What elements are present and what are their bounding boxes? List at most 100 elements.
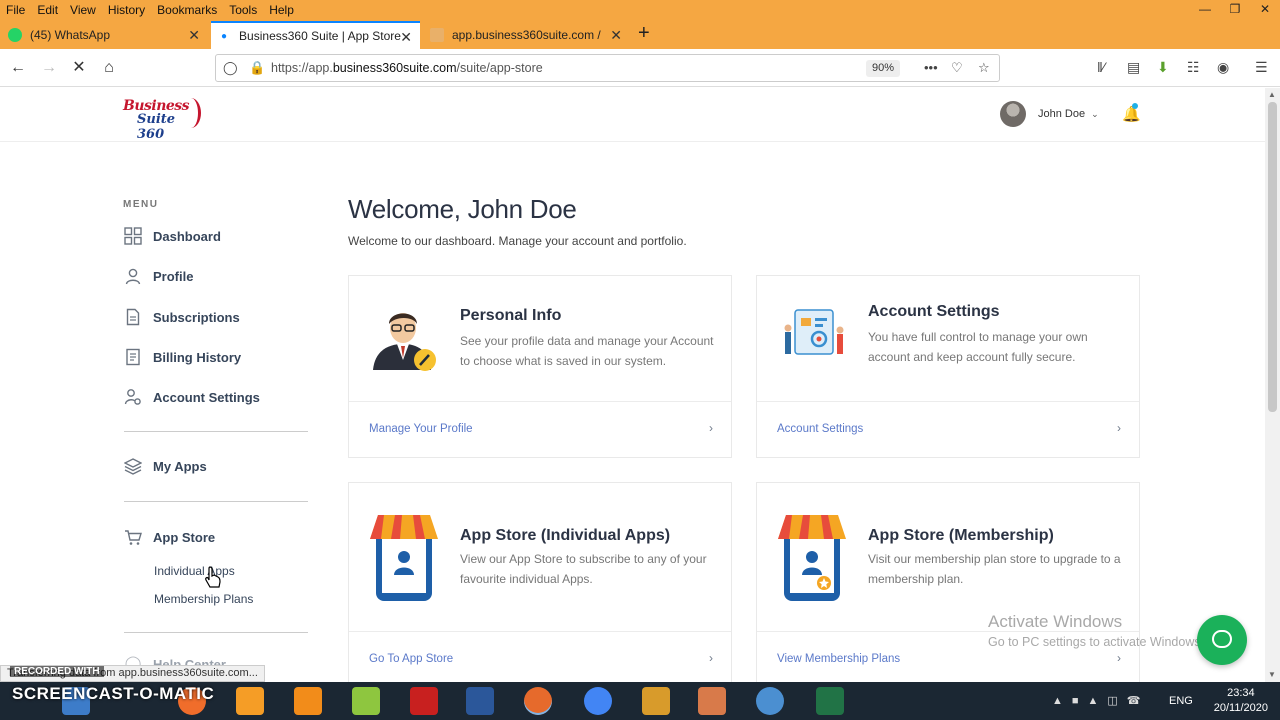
- zoom-level[interactable]: 90%: [866, 60, 900, 77]
- sidebar-item-dashboard[interactable]: Dashboard: [124, 225, 221, 247]
- sidebar-toggle-icon[interactable]: ▤: [1127, 59, 1140, 76]
- git-app-icon[interactable]: [698, 687, 726, 715]
- manage-profile-link[interactable]: Manage Your Profile: [369, 423, 473, 435]
- url-path: /suite/app-store: [456, 61, 543, 75]
- sidebar-item-app-store[interactable]: App Store: [124, 526, 215, 548]
- tab-label: Business360 Suite | App Store: [239, 29, 401, 43]
- card-description: See your profile data and manage your Ac…: [460, 334, 714, 368]
- chrome-icon[interactable]: [584, 687, 612, 715]
- excel-icon[interactable]: [816, 687, 844, 715]
- minimize-icon[interactable]: —: [1190, 0, 1220, 19]
- sidebar-item-billing-history[interactable]: Billing History: [124, 346, 241, 368]
- clock[interactable]: 23:34 20/11/2020: [1214, 686, 1268, 716]
- close-tab-icon[interactable]: ✕: [610, 27, 622, 44]
- account-icon[interactable]: ◉: [1217, 59, 1229, 76]
- sublime-icon[interactable]: [642, 687, 670, 715]
- card-description: View our App Store to subscribe to any o…: [460, 552, 707, 586]
- scroll-up-icon[interactable]: ▲: [1268, 90, 1276, 99]
- library-icon[interactable]: ‖⁄: [1097, 59, 1105, 75]
- menu-heading: MENU: [123, 199, 159, 210]
- page-scrollbar[interactable]: ▲ ▼: [1265, 88, 1280, 682]
- menu-help[interactable]: Help: [269, 3, 294, 17]
- user-menu[interactable]: John Doe ⌄: [1000, 101, 1099, 127]
- sidebar-item-label: Account Settings: [153, 389, 260, 405]
- sidebar-item-profile[interactable]: Profile: [124, 265, 193, 287]
- card-description: Visit our membership plan store to upgra…: [868, 552, 1121, 586]
- menu-tools[interactable]: Tools: [229, 3, 257, 17]
- url-bar[interactable]: ◯ 🔒 https://app.business360suite.com/sui…: [215, 54, 1000, 82]
- card-footer-link[interactable]: Go To App Store ›: [349, 631, 731, 682]
- sidebar-item-my-apps[interactable]: My Apps: [123, 455, 207, 477]
- cart-icon: [124, 528, 142, 546]
- hamburger-menu-icon[interactable]: ☰: [1255, 59, 1268, 76]
- menu-view[interactable]: View: [70, 3, 96, 17]
- home-icon[interactable]: ⌂: [99, 58, 119, 78]
- back-icon[interactable]: ←: [8, 58, 28, 78]
- card-personal-info: Personal Info See your profile data and …: [348, 275, 732, 458]
- activate-title: Activate Windows: [988, 612, 1123, 631]
- new-tab-icon[interactable]: +: [638, 22, 650, 44]
- sidebar-item-label: App Store: [153, 529, 216, 545]
- chevron-right-icon: ›: [709, 651, 713, 665]
- notification-bell-icon[interactable]: 🔔: [1122, 103, 1141, 123]
- account-settings-link[interactable]: Account Settings: [777, 423, 863, 435]
- menu-bookmarks[interactable]: Bookmarks: [157, 3, 217, 17]
- card-app-store-individual: App Store (Individual Apps) View our App…: [348, 482, 732, 682]
- close-tab-icon[interactable]: ✕: [188, 27, 200, 44]
- bookmark-star-icon[interactable]: ☆: [978, 60, 990, 76]
- tab-whatsapp[interactable]: (45) WhatsApp ✕: [0, 21, 208, 49]
- system-tray-icons[interactable]: ▲■▲◫☎: [1052, 694, 1150, 707]
- sidebar-item-label: My Apps: [153, 458, 207, 474]
- settings-illustration-icon: [781, 306, 849, 362]
- shield-icon[interactable]: ◯: [223, 60, 238, 76]
- uc-browser-icon[interactable]: [236, 687, 264, 715]
- sidebar-item-account-settings[interactable]: Account Settings: [124, 386, 260, 408]
- close-window-icon[interactable]: ✕: [1250, 0, 1280, 19]
- vlc-icon[interactable]: [294, 687, 322, 715]
- sidebar-item-subscriptions[interactable]: Subscriptions: [124, 306, 240, 328]
- menu-edit[interactable]: Edit: [37, 3, 58, 17]
- card-footer-link[interactable]: Account Settings ›: [757, 401, 1139, 457]
- view-membership-plans-link[interactable]: View Membership Plans: [777, 653, 900, 665]
- tab-login[interactable]: app.business360suite.com / lo ✕: [422, 21, 630, 49]
- extension-icon[interactable]: ☷: [1187, 59, 1200, 76]
- extension-download-icon[interactable]: ⬇: [1157, 59, 1169, 76]
- folder-app-icon[interactable]: [352, 687, 380, 715]
- more-actions-icon[interactable]: •••: [924, 60, 938, 75]
- whatsapp-icon: [8, 28, 22, 42]
- sidebar-item-label: Billing History: [153, 349, 242, 365]
- recorded-with-label: RECORDED WITH: [10, 666, 104, 677]
- stop-loading-icon[interactable]: ✕: [69, 58, 89, 78]
- restore-icon[interactable]: ❐: [1220, 0, 1250, 19]
- scroll-down-icon[interactable]: ▼: [1268, 670, 1276, 679]
- scrollbar-thumb[interactable]: [1268, 102, 1277, 412]
- menu-file[interactable]: File: [6, 3, 25, 17]
- language-indicator[interactable]: ENG: [1169, 695, 1193, 707]
- loading-dot-icon: ●: [221, 30, 228, 42]
- close-tab-icon[interactable]: ✕: [400, 29, 412, 46]
- business-suite-logo[interactable]: Business Suite 360: [123, 98, 203, 142]
- firefox-icon[interactable]: [524, 687, 552, 715]
- card-footer-link[interactable]: Manage Your Profile ›: [349, 401, 731, 457]
- sidebar-subitem-membership-plans[interactable]: Membership Plans: [154, 592, 253, 606]
- url-text[interactable]: https://app.business360suite.com/suite/a…: [271, 61, 543, 75]
- sidebar-item-label: Dashboard: [153, 228, 221, 244]
- tab-app-store[interactable]: ● Business360 Suite | App Store ✕: [211, 21, 420, 49]
- chevron-right-icon: ›: [1117, 421, 1121, 435]
- browser-menubar: File Edit View History Bookmarks Tools H…: [0, 0, 1280, 19]
- acrobat-icon[interactable]: [410, 687, 438, 715]
- lock-icon[interactable]: 🔒: [249, 60, 265, 76]
- url-domain: business360suite.com: [332, 61, 457, 75]
- notification-dot: [1132, 103, 1138, 109]
- word-icon[interactable]: [466, 687, 494, 715]
- sidebar-subitem-individual-apps[interactable]: Individual Apps: [154, 564, 235, 578]
- pocket-icon[interactable]: ♡: [951, 60, 963, 76]
- chat-button[interactable]: [1197, 615, 1247, 665]
- card-title: Personal Info: [460, 307, 562, 324]
- menu-history[interactable]: History: [108, 3, 145, 17]
- forward-icon[interactable]: →: [39, 58, 59, 78]
- go-to-app-store-link[interactable]: Go To App Store: [369, 653, 453, 665]
- card-title: App Store (Individual Apps): [460, 527, 671, 544]
- app-circle-icon[interactable]: [756, 687, 784, 715]
- card-app-store-membership: App Store (Membership) Visit our members…: [756, 482, 1140, 682]
